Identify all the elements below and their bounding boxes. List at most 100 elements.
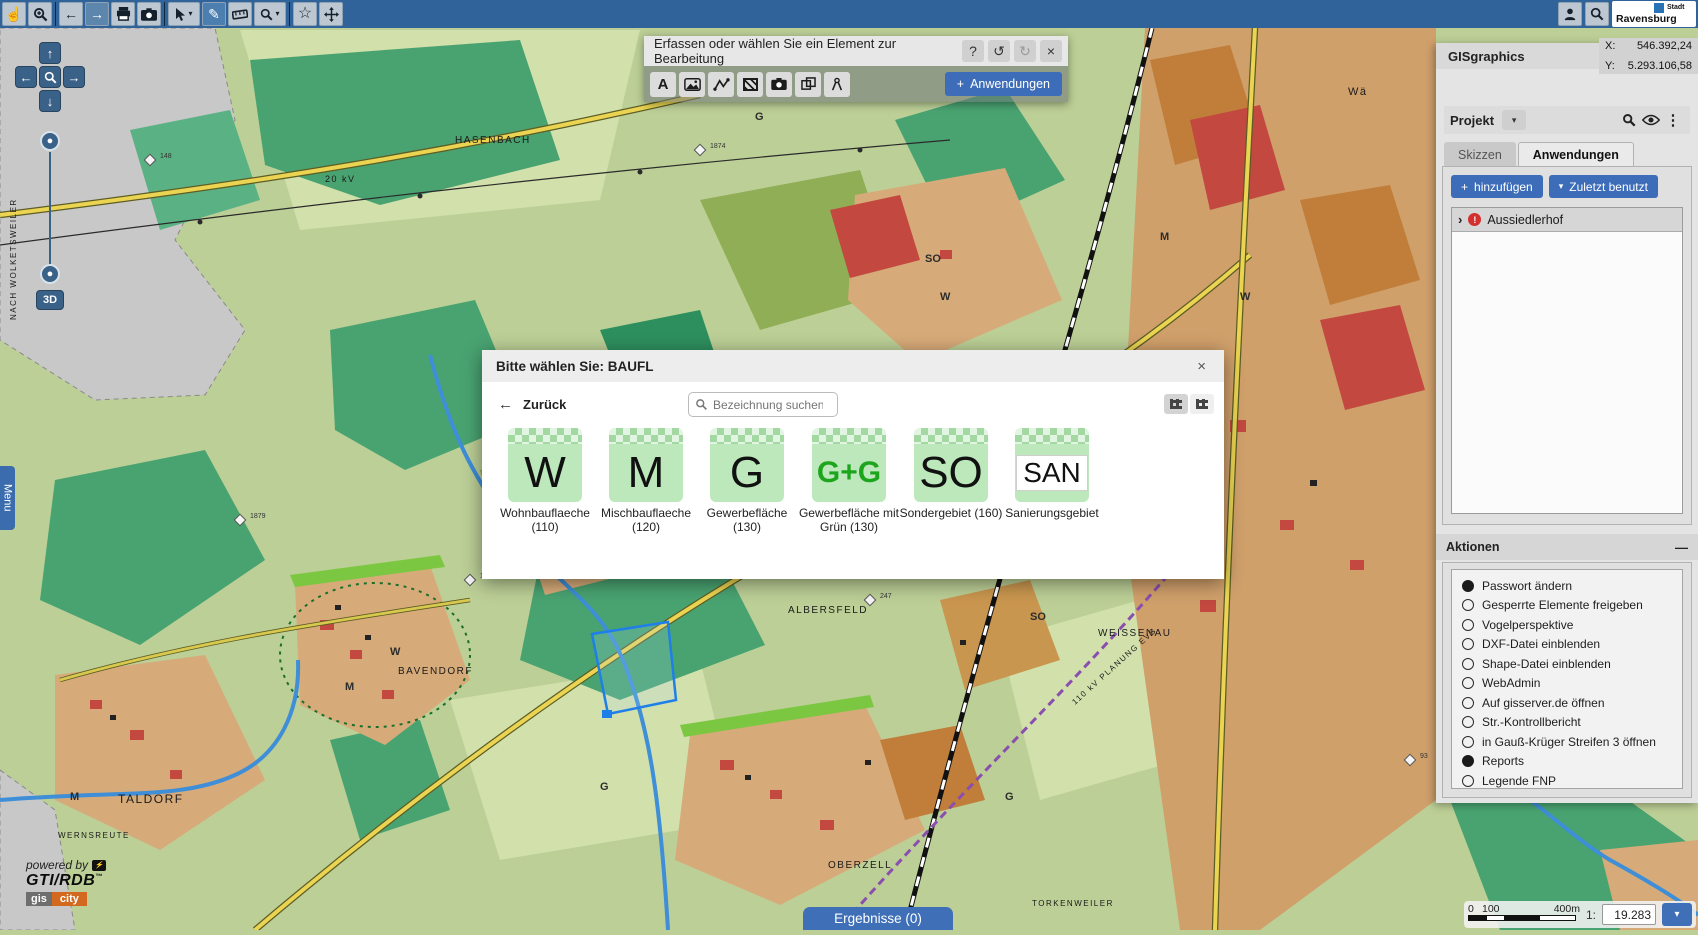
- svg-text:TORKENWEILER: TORKENWEILER: [1032, 899, 1114, 908]
- tree-chevron-icon: ›: [1458, 212, 1462, 227]
- tile-gewerbeflaeche[interactable]: G: [710, 428, 784, 502]
- search-icon: [1622, 113, 1636, 127]
- hatch-icon: [743, 78, 758, 91]
- zoom-slider-track[interactable]: [49, 152, 51, 264]
- favorites-star-button[interactable]: ☆: [293, 2, 317, 26]
- redo-button[interactable]: ↻: [1014, 40, 1036, 62]
- dialog-close-button[interactable]: ×: [1193, 356, 1210, 377]
- minus-icon: —: [1675, 540, 1688, 555]
- action-dxf-einblenden[interactable]: DXF-Datei einblenden: [1462, 635, 1682, 655]
- scale-input[interactable]: [1602, 904, 1656, 925]
- search-button[interactable]: [1585, 2, 1609, 26]
- view-3d-button[interactable]: 3D: [36, 290, 64, 310]
- results-tab[interactable]: Ergebnisse (0): [803, 907, 953, 930]
- card-view-button[interactable]: [1164, 394, 1188, 414]
- tile-mischbauflaeche[interactable]: M: [609, 428, 683, 502]
- tile-label-line2: (110): [490, 520, 600, 534]
- collapse-button[interactable]: —: [1675, 540, 1688, 555]
- measure-ruler-button[interactable]: [228, 2, 252, 26]
- table-grid-icon: [1196, 399, 1208, 409]
- print-button[interactable]: [111, 2, 135, 26]
- tile-label-line2: (120): [591, 520, 701, 534]
- pan-hand-icon[interactable]: ☝: [2, 2, 26, 26]
- close-capture-button[interactable]: ×: [1040, 40, 1062, 62]
- history-back-button[interactable]: ←: [59, 2, 83, 26]
- draw-pencil-button[interactable]: ✎: [202, 2, 226, 26]
- scale-segment: [1504, 916, 1539, 920]
- help-icon: ?: [969, 43, 977, 59]
- back-button[interactable]: ← Zurück: [498, 396, 566, 413]
- zoom-center-button[interactable]: [39, 66, 61, 88]
- text-tool-button[interactable]: A: [650, 72, 676, 97]
- search-input[interactable]: [713, 398, 823, 412]
- action-gisserver-oeffnen[interactable]: Auf gisserver.de öffnen: [1462, 693, 1682, 713]
- undo-button[interactable]: ↺: [988, 40, 1010, 62]
- action-str-kontrollbericht[interactable]: Str.-Kontrollbericht: [1462, 713, 1682, 733]
- action-webadmin[interactable]: WebAdmin: [1462, 674, 1682, 694]
- action-reports[interactable]: Reports: [1462, 752, 1682, 772]
- polyline-tool-button[interactable]: [708, 72, 734, 97]
- add-button[interactable]: + hinzufügen: [1451, 175, 1543, 198]
- tile-label: Gewerbefläche mit Grün (130): [794, 506, 904, 534]
- dialog-header: Bitte wählen Sie: BAUFL ×: [482, 350, 1224, 382]
- pan-left-button[interactable]: ←: [15, 66, 37, 88]
- construct-tool-button[interactable]: [824, 72, 850, 97]
- dialog-title: Bitte wählen Sie: BAUFL: [496, 359, 1193, 374]
- alert-badge: !: [1468, 213, 1481, 226]
- svg-text:G: G: [600, 781, 609, 793]
- screenshot-button[interactable]: [137, 2, 161, 26]
- action-gesperrte-elemente[interactable]: Gesperrte Elemente freigeben: [1462, 596, 1682, 616]
- recently-used-button[interactable]: ▾ Zuletzt benutzt: [1549, 175, 1658, 198]
- scale-segments: [1468, 915, 1576, 921]
- zoom-in-slider-button[interactable]: ●: [40, 131, 60, 151]
- tile-glyph: SO: [914, 444, 988, 502]
- action-legende-fnp[interactable]: Legende FNP: [1462, 771, 1682, 791]
- user-button[interactable]: [1558, 2, 1582, 26]
- select-cursor-button[interactable]: ▾: [168, 2, 200, 26]
- tile-sondergebiet[interactable]: SO: [914, 428, 988, 502]
- fullscreen-move-button[interactable]: [319, 2, 343, 26]
- scale-dropdown-button[interactable]: ▾: [1662, 903, 1692, 926]
- project-dropdown-button[interactable]: ▾: [1502, 110, 1526, 130]
- table-view-button[interactable]: [1190, 394, 1214, 414]
- search-zoom-button[interactable]: ▾: [254, 2, 286, 26]
- results-label: Ergebnisse (0): [834, 911, 922, 926]
- tab-skizzen[interactable]: Skizzen: [1444, 142, 1516, 167]
- sidebar-search-button[interactable]: [1618, 109, 1640, 131]
- add-button-label: hinzufügen: [1474, 180, 1533, 194]
- hatch-area-tool-button[interactable]: [737, 72, 763, 97]
- action-label: Vogelperspektive: [1482, 618, 1573, 632]
- image-tool-button[interactable]: [679, 72, 705, 97]
- pan-up-button[interactable]: ↑: [39, 42, 61, 64]
- pan-down-button[interactable]: ↓: [39, 90, 61, 112]
- tree-item-aussiedlerhof[interactable]: › ! Aussiedlerhof: [1452, 208, 1682, 232]
- radio-icon: [1462, 599, 1474, 611]
- visibility-button[interactable]: [1640, 109, 1662, 131]
- action-passwort-aendern[interactable]: Passwort ändern: [1462, 576, 1682, 596]
- radio-icon: [1462, 677, 1474, 689]
- tile-gewerbeflaeche-gruen[interactable]: G+G: [812, 428, 886, 502]
- logo-ravensburg-text: Ravensburg: [1616, 13, 1677, 25]
- more-options-button[interactable]: ⋮: [1662, 109, 1684, 131]
- history-forward-button[interactable]: →: [85, 2, 109, 26]
- tab-anwendungen[interactable]: Anwendungen: [1518, 142, 1634, 167]
- action-gauss-krueger[interactable]: in Gauß-Krüger Streifen 3 öffnen: [1462, 732, 1682, 752]
- anwendungen-button[interactable]: + Anwendungen: [945, 72, 1062, 96]
- chevron-down-icon: ▾: [1674, 909, 1679, 920]
- capture-panel-header: Erfassen oder wählen Sie ein Element zur…: [644, 36, 1068, 66]
- zoom-in-icon[interactable]: [28, 2, 52, 26]
- menu-tab[interactable]: Menu: [0, 466, 15, 530]
- action-vogelperspektive[interactable]: Vogelperspektive: [1462, 615, 1682, 635]
- tile-sanierungsgebiet[interactable]: SAN: [1015, 428, 1089, 502]
- search-icon: [695, 398, 708, 411]
- zoom-out-slider-button[interactable]: ●: [40, 264, 60, 284]
- action-shape-einblenden[interactable]: Shape-Datei einblenden: [1462, 654, 1682, 674]
- pan-right-button[interactable]: →: [63, 66, 85, 88]
- copy-geometry-tool-button[interactable]: [795, 72, 821, 97]
- capture-tool-row: A + Anwendungen: [644, 66, 1068, 102]
- tile-wohnbauflaeche[interactable]: W: [508, 428, 582, 502]
- kebab-icon: ⋮: [1666, 111, 1681, 129]
- help-button[interactable]: ?: [962, 40, 984, 62]
- photo-tool-button[interactable]: [766, 72, 792, 97]
- action-label: Shape-Datei einblenden: [1482, 657, 1611, 671]
